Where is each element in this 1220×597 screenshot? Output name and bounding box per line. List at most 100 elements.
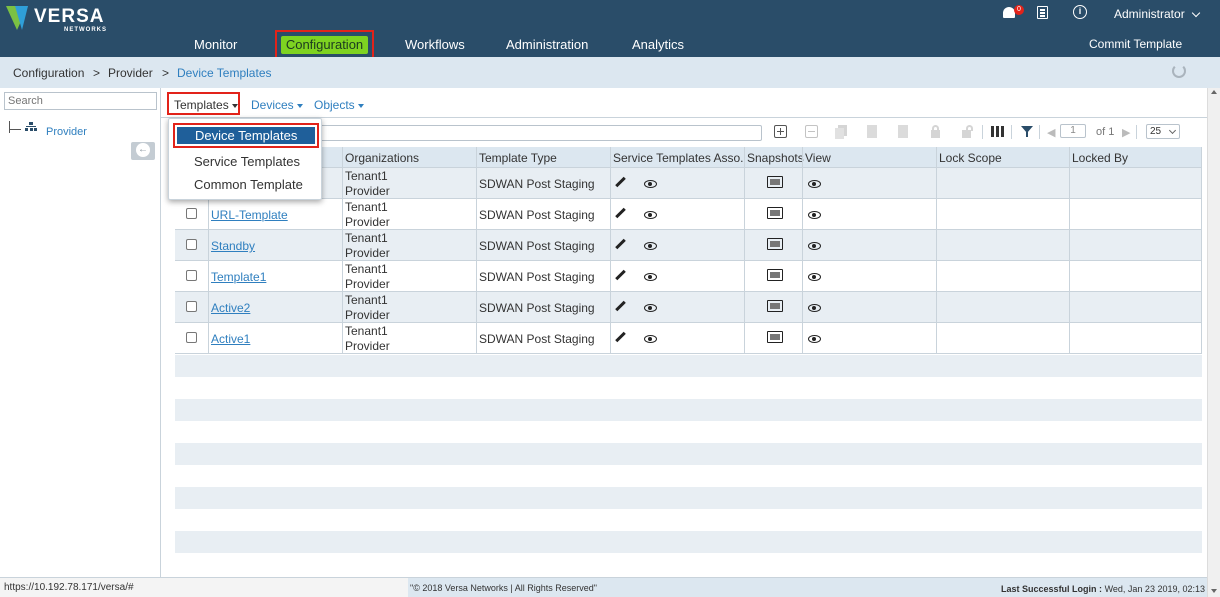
last-login-value: Wed, Jan 23 2019, 02:13 (1104, 584, 1205, 594)
view-icon[interactable] (808, 335, 821, 343)
breadcrumb-provider[interactable]: Provider (108, 66, 153, 80)
template-name-link[interactable]: Active1 (211, 332, 250, 346)
toolbar-divider (1039, 125, 1040, 139)
user-menu[interactable]: Administrator (1114, 7, 1201, 21)
edit-icon[interactable] (615, 177, 625, 187)
next-page-icon[interactable]: ▶ (1122, 126, 1130, 139)
toolbar-divider (982, 125, 983, 139)
table-row[interactable]: Standby Tenant1 Provider SDWAN Post Stag… (175, 230, 1202, 261)
header-lock-scope[interactable]: Lock Scope (939, 151, 1002, 165)
column-divider (802, 147, 803, 354)
view-icon[interactable] (808, 304, 821, 312)
table-row[interactable]: Template1 Tenant1 Provider SDWAN Post St… (175, 261, 1202, 292)
snapshot-icon[interactable] (767, 269, 783, 281)
template-name-link[interactable]: URL-Template (211, 208, 288, 222)
task-list-icon[interactable] (1037, 6, 1048, 19)
tree-item-provider[interactable]: Provider (46, 126, 87, 138)
edit-icon[interactable] (615, 208, 625, 218)
view-service-templates-icon[interactable] (644, 211, 657, 219)
template-type: SDWAN Post Staging (479, 239, 595, 253)
nav-administration[interactable]: Administration (506, 37, 588, 52)
header-service-templates[interactable]: Service Templates Asso... (613, 151, 743, 165)
column-divider (1069, 147, 1070, 354)
edit-icon[interactable] (615, 301, 625, 311)
sidebar-search-input[interactable] (4, 92, 157, 110)
vertical-scrollbar[interactable] (1207, 88, 1220, 597)
template-name-link[interactable]: Active2 (211, 301, 250, 315)
view-icon[interactable] (808, 242, 821, 250)
menu-item-device-templates[interactable]: Device Templates (177, 127, 315, 144)
row-checkbox[interactable] (186, 332, 197, 343)
view-service-templates-icon[interactable] (644, 273, 657, 281)
column-divider (1201, 147, 1202, 354)
row-checkbox[interactable] (186, 239, 197, 250)
table-row[interactable]: Active1 Tenant1 Provider SDWAN Post Stag… (175, 323, 1202, 354)
footer: "© 2018 Versa Networks | All Rights Rese… (408, 577, 1207, 597)
snapshot-icon[interactable] (767, 300, 783, 312)
template-name-link[interactable]: Standby (211, 239, 255, 253)
snapshot-icon[interactable] (767, 176, 783, 188)
org-tenant: Tenant1 (345, 200, 388, 214)
tab-devices[interactable]: Devices (251, 98, 303, 112)
nav-workflows[interactable]: Workflows (405, 37, 465, 52)
table-row[interactable]: Tenant1 Provider SDWAN Post Staging (175, 168, 1202, 199)
remove-icon[interactable] (805, 125, 818, 138)
view-service-templates-icon[interactable] (644, 180, 657, 188)
edit-icon[interactable] (615, 270, 625, 280)
menu-item-service-templates[interactable]: Service Templates (194, 154, 300, 169)
snapshot-icon[interactable] (767, 238, 783, 250)
header-locked-by[interactable]: Locked By (1072, 151, 1128, 165)
view-service-templates-icon[interactable] (644, 242, 657, 250)
header-view[interactable]: View (805, 151, 831, 165)
commit-template-button[interactable]: Commit Template (1089, 37, 1182, 51)
empty-row (175, 487, 1202, 509)
page-number-input[interactable]: 1 (1060, 124, 1086, 138)
org-tenant: Tenant1 (345, 231, 388, 245)
row-checkbox[interactable] (186, 208, 197, 219)
deploy-icon[interactable] (897, 125, 910, 138)
scroll-down-icon[interactable] (1211, 589, 1217, 593)
nav-analytics[interactable]: Analytics (632, 37, 684, 52)
empty-row (175, 399, 1202, 421)
nav-configuration[interactable]: Configuration (281, 36, 368, 54)
template-name-link[interactable]: Template1 (211, 270, 266, 284)
breadcrumb-device-templates[interactable]: Device Templates (177, 66, 272, 80)
view-icon[interactable] (808, 273, 821, 281)
snapshot-icon[interactable] (767, 331, 783, 343)
menu-item-common-template[interactable]: Common Template (194, 177, 303, 192)
header-snapshots[interactable]: Snapshots (747, 151, 804, 165)
row-checkbox[interactable] (186, 301, 197, 312)
versa-logo[interactable]: VERSA NETWORKS (6, 4, 116, 34)
scroll-up-icon[interactable] (1211, 90, 1217, 94)
table-row[interactable]: URL-Template Tenant1 Provider SDWAN Post… (175, 199, 1202, 230)
org-provider: Provider (345, 339, 390, 353)
snapshot-icon[interactable] (767, 207, 783, 219)
lock-icon[interactable] (929, 125, 942, 138)
edit-file-icon[interactable] (866, 125, 879, 138)
view-icon[interactable] (808, 180, 821, 188)
table-row[interactable]: Active2 Tenant1 Provider SDWAN Post Stag… (175, 292, 1202, 323)
edit-icon[interactable] (615, 332, 625, 342)
filter-icon[interactable] (1021, 125, 1034, 138)
page-size-select[interactable]: 25 (1146, 124, 1180, 139)
columns-icon[interactable] (991, 125, 1004, 138)
nav-monitor[interactable]: Monitor (194, 37, 237, 52)
refresh-icon[interactable] (1172, 64, 1186, 78)
clone-icon[interactable] (835, 125, 848, 139)
info-icon[interactable]: i (1073, 5, 1087, 19)
view-icon[interactable] (808, 211, 821, 219)
header-organizations[interactable]: Organizations (345, 151, 419, 165)
prev-page-icon[interactable]: ◀ (1047, 126, 1055, 139)
org-provider: Provider (345, 277, 390, 291)
row-checkbox[interactable] (186, 270, 197, 281)
view-service-templates-icon[interactable] (644, 304, 657, 312)
breadcrumb-configuration[interactable]: Configuration (13, 66, 84, 80)
edit-icon[interactable] (615, 239, 625, 249)
unlock-icon[interactable] (960, 125, 973, 138)
tab-templates[interactable]: Templates (174, 98, 238, 112)
tab-objects[interactable]: Objects (314, 98, 364, 112)
header-template-type[interactable]: Template Type (479, 151, 557, 165)
view-service-templates-icon[interactable] (644, 335, 657, 343)
collapse-sidebar-button[interactable] (131, 142, 155, 160)
add-icon[interactable] (774, 125, 787, 138)
